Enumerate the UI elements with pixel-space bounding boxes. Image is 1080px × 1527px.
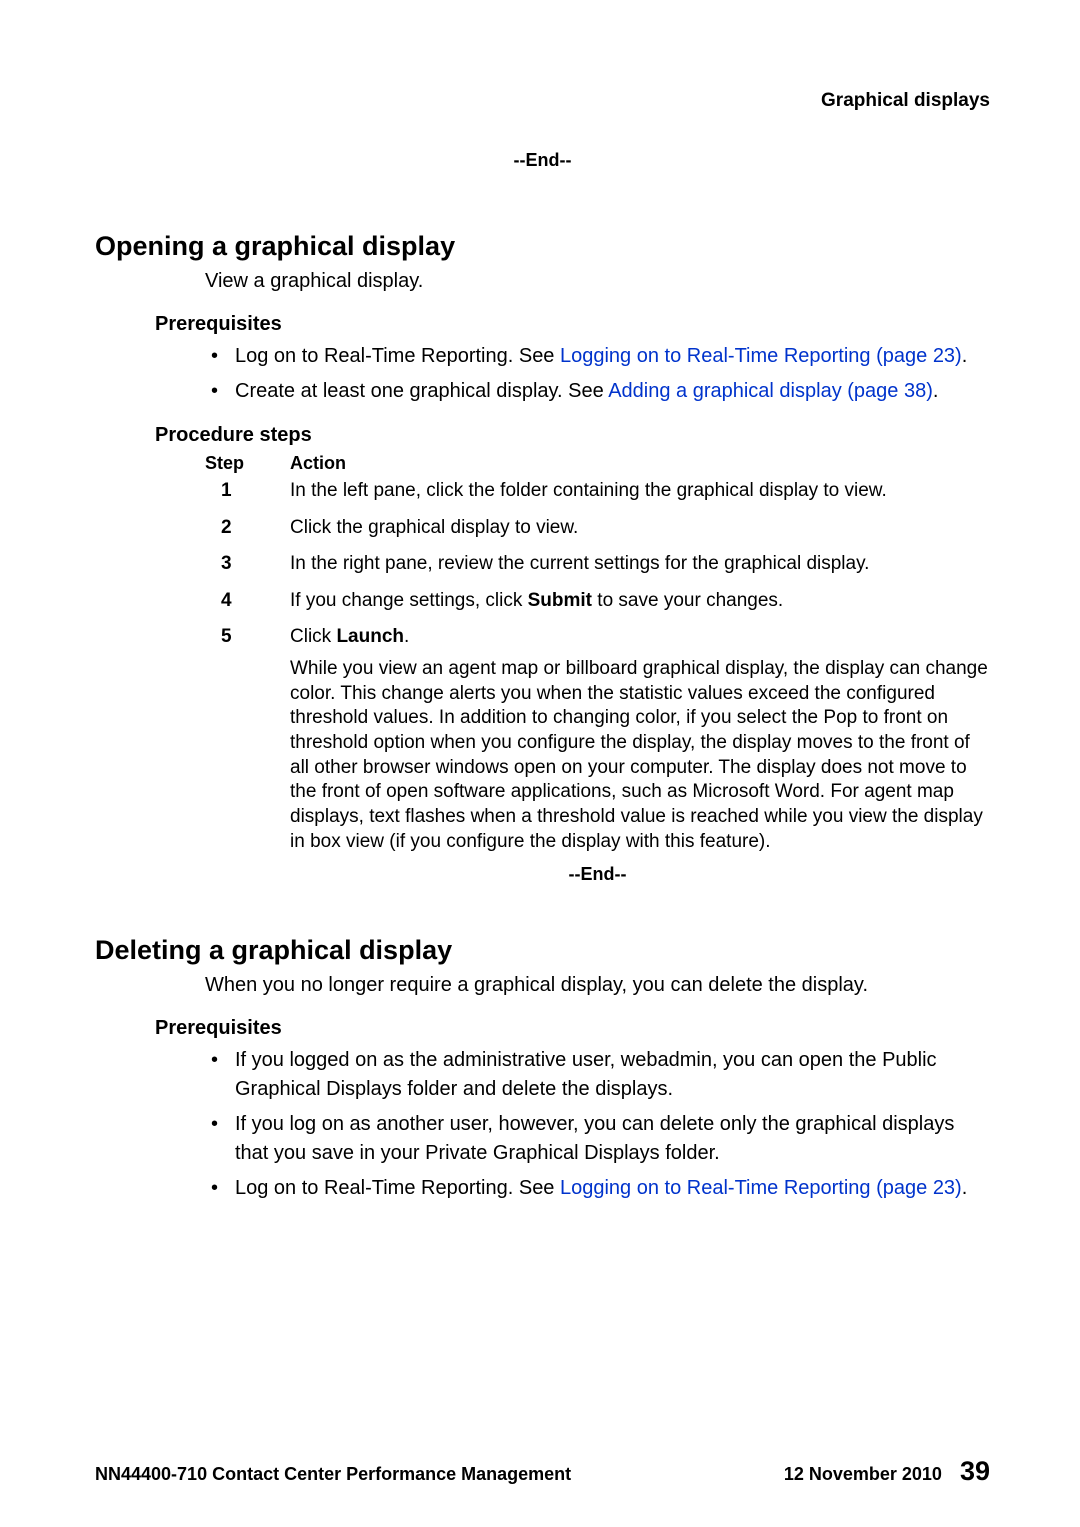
footer-doc-id: NN44400-710 Contact Center Performance M…	[95, 1464, 571, 1485]
column-action: Action	[290, 453, 346, 474]
procedure-steps-heading: Procedure steps	[155, 424, 990, 447]
steps-list: In the left pane, click the folder conta…	[205, 478, 990, 854]
steps-header: Step Action	[205, 453, 990, 474]
text: If you log on as another user, however, …	[235, 1113, 954, 1164]
cross-reference-link[interactable]: Logging on to Real-Time Reporting (page …	[560, 345, 962, 367]
bold-term: Submit	[528, 590, 592, 611]
text: Click	[290, 626, 336, 647]
footer-page-number: 39	[960, 1456, 990, 1487]
end-marker: --End--	[95, 150, 990, 171]
prerequisites-heading: Prerequisites	[155, 313, 990, 336]
footer-date: 12 November 2010	[784, 1464, 942, 1485]
page-footer: NN44400-710 Contact Center Performance M…	[95, 1456, 990, 1487]
section-title-deleting: Deleting a graphical display	[95, 935, 990, 966]
cross-reference-link[interactable]: Adding a graphical display (page 38)	[608, 380, 933, 402]
cross-reference-link[interactable]: Logging on to Real-Time Reporting (page …	[560, 1177, 962, 1199]
text: .	[933, 380, 939, 402]
bold-term: Launch	[336, 626, 404, 647]
step-item: Click the graphical display to view.	[205, 515, 990, 542]
step-explanation: While you view an agent map or billboard…	[290, 657, 990, 855]
section-intro: View a graphical display.	[205, 268, 990, 295]
step-item: Click Launch. While you view an agent ma…	[205, 624, 990, 854]
list-item: If you log on as another user, however, …	[205, 1110, 990, 1168]
text: .	[404, 626, 409, 647]
section-title-opening: Opening a graphical display	[95, 231, 990, 262]
prerequisites-heading: Prerequisites	[155, 1017, 990, 1040]
section-intro: When you no longer require a graphical d…	[205, 972, 990, 999]
text: Log on to Real-Time Reporting. See	[235, 1177, 560, 1199]
list-item: Log on to Real-Time Reporting. See Loggi…	[205, 342, 990, 371]
text: In the left pane, click the folder conta…	[290, 480, 887, 501]
prerequisites-list: Log on to Real-Time Reporting. See Loggi…	[205, 342, 990, 406]
step-item: In the left pane, click the folder conta…	[205, 478, 990, 505]
list-item: Create at least one graphical display. S…	[205, 377, 990, 406]
list-item: Log on to Real-Time Reporting. See Loggi…	[205, 1174, 990, 1203]
text: .	[962, 345, 968, 367]
text: If you change settings, click	[290, 590, 528, 611]
text: In the right pane, review the current se…	[290, 553, 869, 574]
text: If you logged on as the administrative u…	[235, 1049, 937, 1100]
list-item: If you logged on as the administrative u…	[205, 1046, 990, 1104]
text: Click the graphical display to view.	[290, 517, 578, 538]
text: to save your changes.	[592, 590, 783, 611]
end-marker: --End--	[95, 864, 990, 885]
document-page: Graphical displays --End-- Opening a gra…	[0, 0, 1080, 1527]
prerequisites-list: If you logged on as the administrative u…	[205, 1046, 990, 1203]
text: Log on to Real-Time Reporting. See	[235, 345, 560, 367]
text: Create at least one graphical display. S…	[235, 380, 608, 402]
header-section-name: Graphical displays	[95, 90, 990, 112]
column-step: Step	[205, 453, 260, 474]
step-item: If you change settings, click Submit to …	[205, 588, 990, 615]
step-item: In the right pane, review the current se…	[205, 551, 990, 578]
text: .	[962, 1177, 968, 1199]
